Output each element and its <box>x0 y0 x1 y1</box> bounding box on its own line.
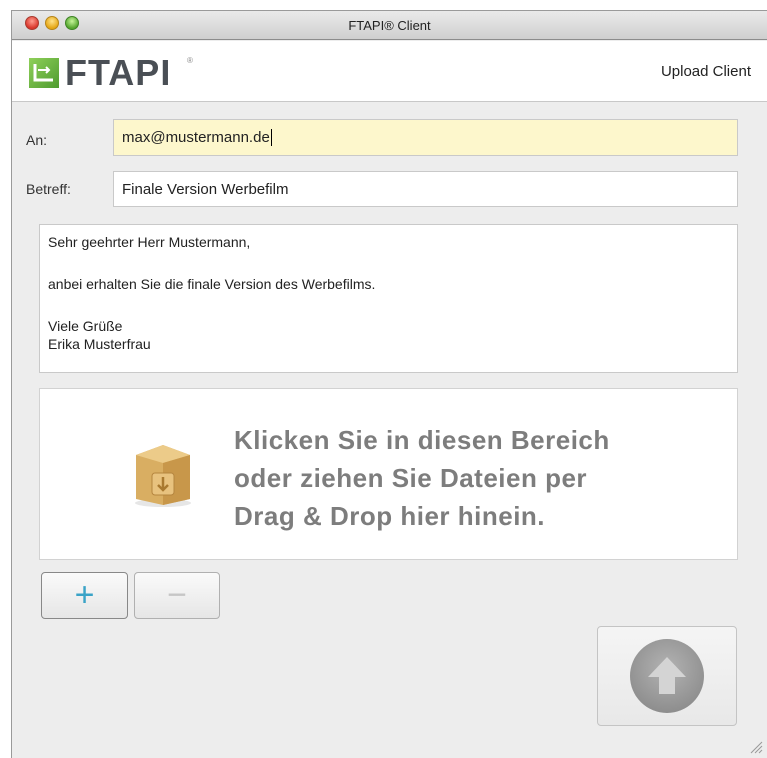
logo-mark-icon <box>29 58 59 88</box>
body-line: Sehr geehrter Herr Mustermann, <box>48 234 251 250</box>
drop-line: Klicken Sie in diesen Bereich <box>234 425 610 455</box>
package-box-icon <box>132 441 194 509</box>
subject-field[interactable]: Finale Version Werbefilm <box>113 171 738 207</box>
ftapi-logo: FTAPI ® <box>29 52 199 94</box>
body-line: anbei erhalten Sie die finale Version de… <box>48 276 376 292</box>
add-file-button[interactable]: + <box>41 572 128 619</box>
recipient-field[interactable]: max@mustermann.de <box>113 119 738 156</box>
logo-registered-mark: ® <box>187 56 193 65</box>
logo-text: FTAPI <box>65 52 172 93</box>
drop-instructions: Klicken Sie in diesen Bereich oder ziehe… <box>234 421 610 535</box>
body-line: Viele Grüße <box>48 318 123 334</box>
mode-label: Upload Client <box>660 63 751 80</box>
file-drop-zone[interactable]: Klicken Sie in diesen Bereich oder ziehe… <box>39 388 738 560</box>
body-line: Erika Musterfrau <box>48 336 151 352</box>
drop-line: Drag & Drop hier hinein. <box>234 501 546 531</box>
title-bar[interactable]: FTAPI® Client <box>12 11 767 40</box>
resize-grip-icon[interactable] <box>749 740 763 754</box>
app-header: FTAPI ® Upload Client <box>12 41 767 102</box>
to-label: An: <box>26 132 48 148</box>
upload-arrow-icon <box>630 639 704 713</box>
text-cursor <box>270 129 272 146</box>
recipient-value: max@mustermann.de <box>122 129 270 146</box>
app-window: FTAPI® Client FTAPI ® Upload Client An: … <box>11 10 767 758</box>
window-title: FTAPI® Client <box>348 18 431 33</box>
drop-line: oder ziehen Sie Dateien per <box>234 463 588 493</box>
send-upload-button[interactable] <box>597 626 737 726</box>
subject-value: Finale Version Werbefilm <box>122 180 289 198</box>
subject-label: Betreff: <box>26 181 71 197</box>
message-body-field[interactable]: Sehr geehrter Herr Mustermann, anbei erh… <box>39 224 738 373</box>
remove-file-button[interactable]: − <box>134 572 220 619</box>
